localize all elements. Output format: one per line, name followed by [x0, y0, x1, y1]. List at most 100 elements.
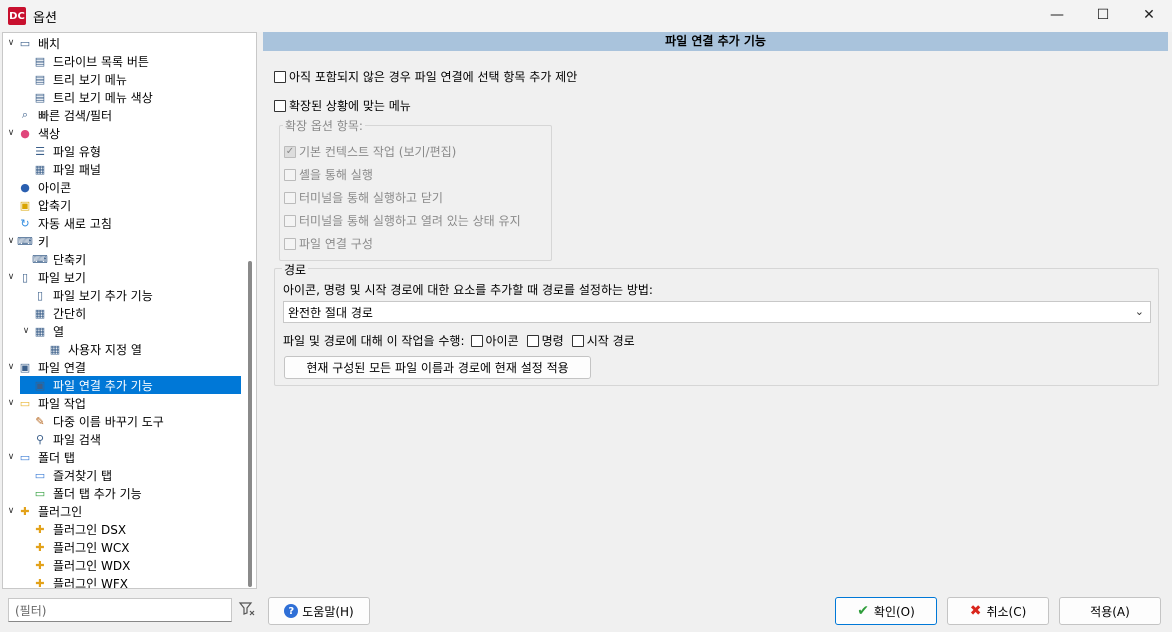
checkbox-box[interactable]: [284, 191, 296, 204]
filter-input[interactable]: (필터): [8, 598, 232, 622]
tree-item[interactable]: ∨ ⌨ 키: [5, 232, 51, 250]
apply-button[interactable]: 적용(A): [1059, 597, 1161, 625]
tree-item[interactable]: ▦ 간단히: [20, 304, 88, 322]
tree-item[interactable]: ▤ 트리 보기 메뉴 색상: [20, 88, 155, 106]
apply-all-button[interactable]: 현재 구성된 모든 파일 이름과 경로에 현재 설정 적용: [284, 356, 591, 379]
checkbox-box[interactable]: [284, 214, 296, 227]
tree-item[interactable]: ∨ ▭ 파일 작업: [5, 394, 88, 412]
checkbox-box[interactable]: [274, 99, 286, 112]
chevron-down-icon[interactable]: ∨: [5, 362, 17, 372]
tree-item[interactable]: ▭ 폴더 탭 추가 기능: [20, 484, 144, 502]
tree-item[interactable]: ∨ ▦ 열: [20, 322, 66, 340]
extended-option-checkbox[interactable]: 터미널을 통해 실행하고 닫기: [284, 189, 443, 206]
maximize-button[interactable]: ☐: [1080, 0, 1126, 30]
color-wheel-icon: ●: [20, 126, 30, 140]
chevron-down-icon[interactable]: ∨: [5, 236, 17, 246]
tree-item-label: 플러그인 DSX: [53, 522, 127, 537]
tree-scrollbar[interactable]: [248, 261, 252, 587]
tree-item[interactable]: ▦ 파일 패널: [20, 160, 103, 178]
tree-item-label: 플러그인 WDX: [53, 558, 131, 573]
chevron-down-icon[interactable]: ∨: [5, 398, 17, 408]
columns-icon: ▦: [34, 324, 46, 338]
tree-item[interactable]: ▣ 압축기: [5, 196, 73, 214]
file-view-extra-icon: ▯: [36, 288, 44, 302]
close-button[interactable]: ✕: [1126, 0, 1172, 30]
chevron-down-icon[interactable]: ∨: [20, 326, 32, 336]
checkbox-box[interactable]: [284, 237, 296, 250]
tree-item[interactable]: ▤ 드라이브 목록 버튼: [20, 52, 151, 70]
favorite-tabs-icon: ▭: [34, 468, 46, 482]
tree-item[interactable]: ∨ ▣ 파일 연결: [5, 358, 88, 376]
tree-item[interactable]: ▦ 사용자 지정 열: [35, 340, 144, 358]
tree-item-label: 트리 보기 메뉴 색상: [53, 90, 153, 105]
apply-command-checkbox[interactable]: [526, 334, 539, 347]
tree-item-label: 빠른 검색/필터: [38, 108, 113, 123]
tree-item-label: 파일 보기: [38, 270, 86, 285]
tree-item[interactable]: ☰ 파일 유형: [20, 142, 103, 160]
tree-item[interactable]: ✚ 플러그인 WDX: [20, 556, 132, 574]
tree-item[interactable]: ∨ ● 색상: [5, 124, 62, 142]
file-view-icon: ▯: [21, 270, 29, 284]
tree-item-label: 파일 작업: [38, 396, 86, 411]
options-tree[interactable]: ∨ ▭ 배치 ▤ 드라이브 목록 버튼 ▤ 트리 보기 메뉴 ▤ 트리 보기 메뉴 색상 ⌕ 빠른 …: [2, 32, 257, 589]
tree-item-label: 플러그인: [38, 504, 83, 519]
tree-item[interactable]: ∨ ▭ 배치: [5, 34, 62, 52]
tree-item[interactable]: ▤ 트리 보기 메뉴: [20, 70, 129, 88]
tree-item-label: 트리 보기 메뉴: [53, 72, 127, 87]
checkbox-box[interactable]: ✓: [284, 145, 296, 158]
cancel-button[interactable]: ✖ 취소(C): [947, 597, 1049, 625]
folder-tabs-extra-icon: ▭: [34, 486, 46, 500]
minimize-button[interactable]: —: [1034, 0, 1080, 30]
chevron-down-icon[interactable]: ∨: [5, 38, 17, 48]
checkbox-box[interactable]: [284, 168, 296, 181]
path-mode-select[interactable]: 완전한 절대 경로 ⌄: [283, 301, 1151, 323]
tree-item[interactable]: ↻ 자동 새로 고침: [5, 214, 114, 232]
tree-item[interactable]: ∨ ▯ 파일 보기: [5, 268, 88, 286]
chevron-down-icon[interactable]: ∨: [5, 128, 17, 138]
file-type-icon: ☰: [35, 144, 45, 158]
tree-item[interactable]: ✎ 다중 이름 바꾸기 도구: [20, 412, 166, 430]
tree-item[interactable]: ✚ 플러그인 WCX: [20, 538, 131, 556]
custom-columns-icon: ▦: [49, 342, 61, 356]
extended-option-checkbox[interactable]: 파일 연결 구성: [284, 235, 373, 252]
tree-item[interactable]: ● 아이콘: [5, 178, 73, 196]
tree-item[interactable]: ⚲ 파일 검색: [20, 430, 103, 448]
tree-item-label: 즐겨찾기 탭: [53, 468, 113, 483]
extended-menu-checkbox[interactable]: 확장된 상황에 맞는 메뉴: [274, 97, 411, 114]
tree-item-label: 파일 연결: [38, 360, 86, 375]
help-button[interactable]: ? 도움말(H): [268, 597, 370, 625]
tree-item[interactable]: ∨ ✚ 플러그인: [5, 502, 84, 520]
plugin-wcx-icon: ✚: [35, 540, 45, 554]
apply-icon-checkbox[interactable]: [470, 334, 483, 347]
chevron-down-icon[interactable]: ∨: [5, 272, 17, 282]
extended-option-checkbox[interactable]: ✓ 기본 컨텍스트 작업 (보기/편집): [284, 143, 456, 160]
tree-item[interactable]: ⌕ 빠른 검색/필터: [5, 106, 114, 124]
tree-item[interactable]: ✚ 플러그인 DSX: [20, 520, 128, 538]
icons-icon: ●: [20, 180, 30, 194]
apply-to-row: 파일 및 경로에 대해 이 작업을 수행: 아이콘 명령 시작 경로: [283, 334, 635, 348]
tree-item[interactable]: ✚ 플러그인 WFX: [20, 574, 130, 589]
chevron-down-icon[interactable]: ∨: [5, 506, 17, 516]
offer-association-checkbox[interactable]: 아직 포함되지 않은 경우 파일 연결에 선택 항목 추가 제안: [274, 68, 577, 85]
checkbox-box[interactable]: [274, 70, 286, 83]
drive-list-icon: ▤: [34, 54, 46, 68]
clear-filter-icon[interactable]: [238, 600, 256, 618]
refresh-icon: ↻: [20, 216, 30, 230]
tree-item[interactable]: ∨ ▭ 폴더 탭: [5, 448, 77, 466]
ok-button[interactable]: ✔ 확인(O): [835, 597, 937, 625]
tree-item-label: 드라이브 목록 버튼: [53, 54, 149, 69]
tree-item[interactable]: ▯ 파일 보기 추가 기능: [20, 286, 155, 304]
path-group-title: 경로: [282, 261, 309, 278]
plugin-wdx-icon: ✚: [35, 558, 45, 572]
extended-option-checkbox[interactable]: 터미널을 통해 실행하고 열려 있는 상태 유지: [284, 212, 521, 229]
apply-start-path-checkbox[interactable]: [571, 334, 584, 347]
tree-item[interactable]: ▣ 파일 연결 추가 기능: [20, 376, 241, 394]
path-description: 아이콘, 명령 및 시작 경로에 대한 요소를 추가할 때 경로를 설정하는 방…: [283, 283, 653, 297]
tree-item[interactable]: ⌨ 단축키: [20, 250, 88, 268]
extended-option-checkbox[interactable]: 셸을 통해 실행: [284, 166, 373, 183]
tree-item[interactable]: ▭ 즐겨찾기 탭: [20, 466, 114, 484]
tree-item-label: 배치: [38, 36, 61, 51]
chevron-down-icon[interactable]: ∨: [5, 452, 17, 462]
tree-item-label: 폴더 탭 추가 기능: [53, 486, 142, 501]
chevron-down-icon: ⌄: [1134, 305, 1144, 318]
